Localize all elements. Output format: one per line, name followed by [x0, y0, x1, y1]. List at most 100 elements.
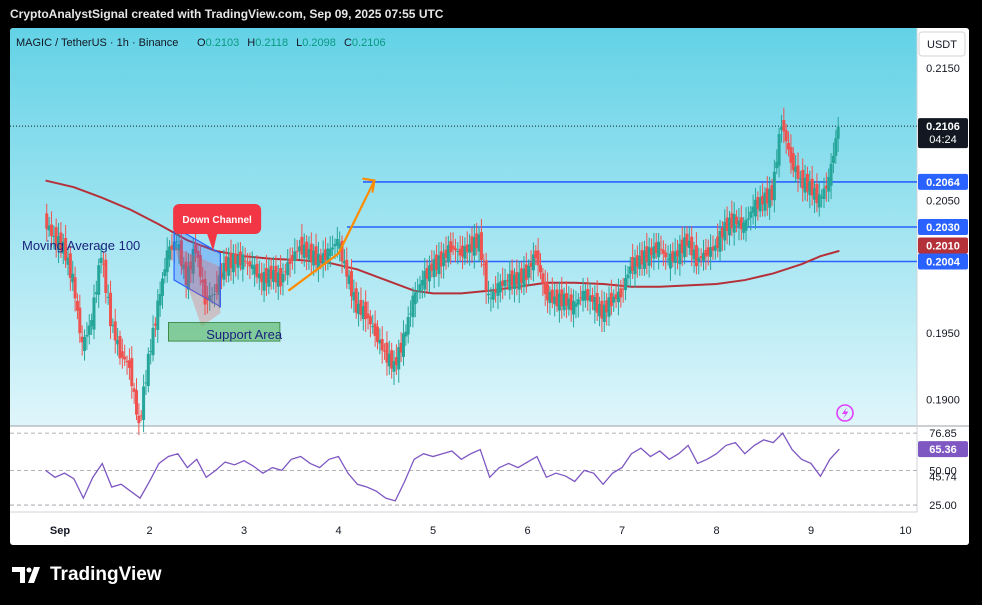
candle-body [453, 248, 457, 251]
candle-body [286, 262, 290, 276]
candle-body [538, 265, 542, 273]
candle-body [491, 291, 495, 300]
moving-average-annotation: Moving Average 100 [22, 238, 140, 253]
chart-header: CryptoAnalystSignal created with Trading… [10, 7, 444, 21]
down-channel-label: Down Channel [182, 215, 252, 226]
time-tick-label: 9 [808, 525, 814, 537]
tradingview-logo-icon [12, 567, 40, 583]
high-value: 0.2118 [255, 37, 288, 49]
candle-body [746, 218, 750, 220]
close-label: C [344, 37, 352, 49]
candle-body [104, 259, 108, 293]
open-value: 0.2103 [206, 37, 240, 49]
candle-body [160, 278, 164, 296]
candle-body [78, 307, 82, 334]
candle-body [380, 339, 384, 351]
candle-body [87, 325, 91, 335]
candle-body [487, 293, 491, 296]
level-tag-text-0.2030: 0.2030 [926, 222, 960, 234]
candle-body [782, 120, 786, 132]
time-tick-label: 8 [713, 525, 719, 537]
candle-body [375, 326, 379, 343]
price-tick-label: 0.1900 [926, 394, 960, 406]
candle-body [626, 274, 630, 279]
candle-body [479, 232, 483, 261]
candle-body [836, 126, 840, 139]
currency-button[interactable]: USDT [918, 31, 966, 57]
chart-canvas[interactable]: Moving Average 100 Down Channel Support Ar… [10, 28, 969, 545]
symbol-title: MAGIC / TetherUS · 1h · Binance [16, 37, 178, 49]
candle-body [83, 337, 87, 351]
time-tick-label: 4 [335, 525, 341, 537]
ma-price-tag-text: 0.2010 [926, 241, 960, 253]
candle-body [99, 257, 103, 264]
candle-body [817, 194, 821, 208]
candle-body [92, 297, 96, 330]
candle-body [784, 130, 788, 142]
rsi-current-tag-text: 65.36 [929, 444, 957, 456]
tradingview-logo: TradingView [12, 564, 162, 586]
rsi-pane-background [10, 426, 917, 512]
candle-body [697, 257, 701, 262]
candle-body [142, 386, 146, 420]
candle-body [659, 248, 663, 250]
candle-body [73, 277, 77, 299]
price-tick-label: 0.2050 [926, 195, 960, 207]
candle-body [416, 291, 420, 293]
candle-body [572, 300, 576, 315]
candle-body [109, 292, 113, 327]
symbol-legend: MAGIC / TetherUS · 1h · Binance O0.2103 … [16, 37, 386, 49]
candle-body [85, 335, 89, 337]
candle-body [97, 265, 101, 295]
rsi-tick-label: 25.00 [929, 500, 957, 512]
candle-body [146, 353, 150, 387]
candle-body [151, 327, 155, 356]
low-value: 0.2098 [302, 37, 336, 49]
chart-frame[interactable]: Moving Average 100 Down Channel Support Ar… [10, 28, 969, 545]
candle-body [576, 299, 580, 305]
rsi-tick-label: 45.74 [929, 471, 957, 483]
candle-body [130, 358, 134, 387]
candle-body [123, 356, 127, 360]
candle-body [49, 224, 53, 236]
last-price-tag-text: 0.2106 [926, 121, 960, 133]
candle-body [328, 248, 332, 256]
time-tick-label: 5 [430, 525, 436, 537]
currency-button-label[interactable]: USDT [927, 39, 957, 51]
price-tick-label: 0.2150 [926, 63, 960, 75]
candle-body [241, 254, 245, 270]
brand-name: TradingView [50, 564, 162, 585]
time-tick-label: 6 [524, 525, 530, 537]
close-value: 0.2106 [352, 37, 386, 49]
time-tick-label: 10 [899, 525, 911, 537]
candle-body [368, 316, 372, 325]
candle-body [484, 260, 488, 291]
support-area-label: Support Area [206, 327, 283, 342]
candle-body [536, 250, 540, 266]
candle-body [829, 163, 833, 186]
candle-body [406, 317, 410, 335]
rsi-tick-label: 76.85 [929, 428, 957, 440]
time-tick-label: Sep [50, 525, 70, 537]
candle-body [120, 351, 124, 358]
candle-body [619, 288, 623, 298]
candle-body [822, 188, 826, 199]
candle-body [137, 415, 141, 424]
time-tick-label: 2 [146, 525, 152, 537]
candle-body [135, 390, 139, 415]
candle-body [664, 252, 668, 258]
candle-body [772, 171, 776, 201]
level-tag-text-0.2064: 0.2064 [926, 177, 961, 189]
time-tick-label: 7 [619, 525, 625, 537]
candle-body [694, 245, 698, 267]
candle-body [744, 219, 748, 231]
candle-body [243, 260, 247, 262]
candle-body [331, 247, 335, 250]
candle-body [281, 273, 285, 283]
candle-body [293, 251, 297, 261]
candle-body [796, 165, 800, 179]
high-label: H [247, 37, 255, 49]
countdown-text: 04:24 [929, 134, 957, 146]
candle-body [541, 273, 545, 284]
candle-body [418, 284, 422, 292]
